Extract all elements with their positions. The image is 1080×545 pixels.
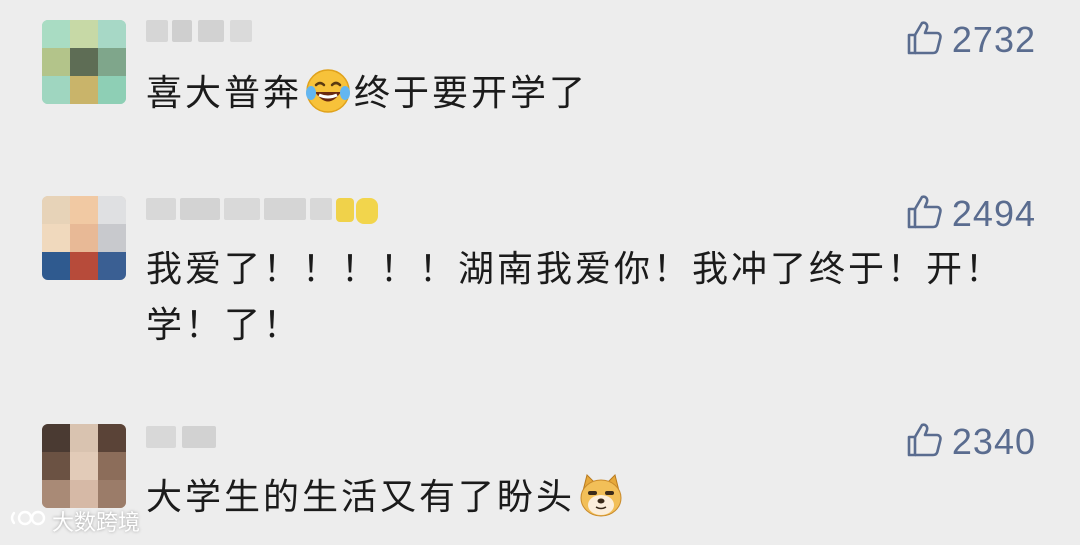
like-button[interactable]: 2732 (904, 18, 1036, 62)
doge-emoji-icon (577, 471, 625, 519)
like-count: 2494 (951, 193, 1036, 234)
like-count: 2732 (951, 19, 1036, 60)
thumbs-up-icon (904, 420, 952, 464)
username-blurred[interactable] (146, 14, 266, 46)
username-blurred[interactable] (146, 192, 386, 224)
thumbs-up-icon (904, 192, 952, 236)
avatar[interactable] (42, 424, 126, 508)
username-blurred[interactable] (146, 420, 226, 452)
comment-text-line-1: 我爱了！！！！！湖南我爱你！我冲了终于！开！ (146, 249, 1005, 290)
avatar[interactable] (42, 196, 126, 280)
laughing-tears-emoji-icon (304, 67, 352, 115)
comment-text: 大学生的生活又有了盼头 (146, 470, 1020, 526)
comment-text: 喜大普奔 终于要开学了 (146, 66, 1020, 122)
like-count: 2340 (951, 421, 1036, 462)
avatar[interactable] (42, 20, 126, 104)
like-button[interactable]: 2340 (904, 420, 1036, 464)
like-button[interactable]: 2494 (904, 192, 1036, 236)
watermark-text: 大数跨境 (52, 511, 141, 536)
comment-text: 我爱了！！！！！湖南我爱你！我冲了终于！开！ 学！了！ (146, 242, 1020, 354)
thumbs-up-icon (904, 18, 952, 62)
weibo-logo-icon (8, 505, 52, 537)
comment-text-line-2: 学！了！ (146, 305, 303, 346)
watermark: 大数跨境 (8, 505, 140, 537)
